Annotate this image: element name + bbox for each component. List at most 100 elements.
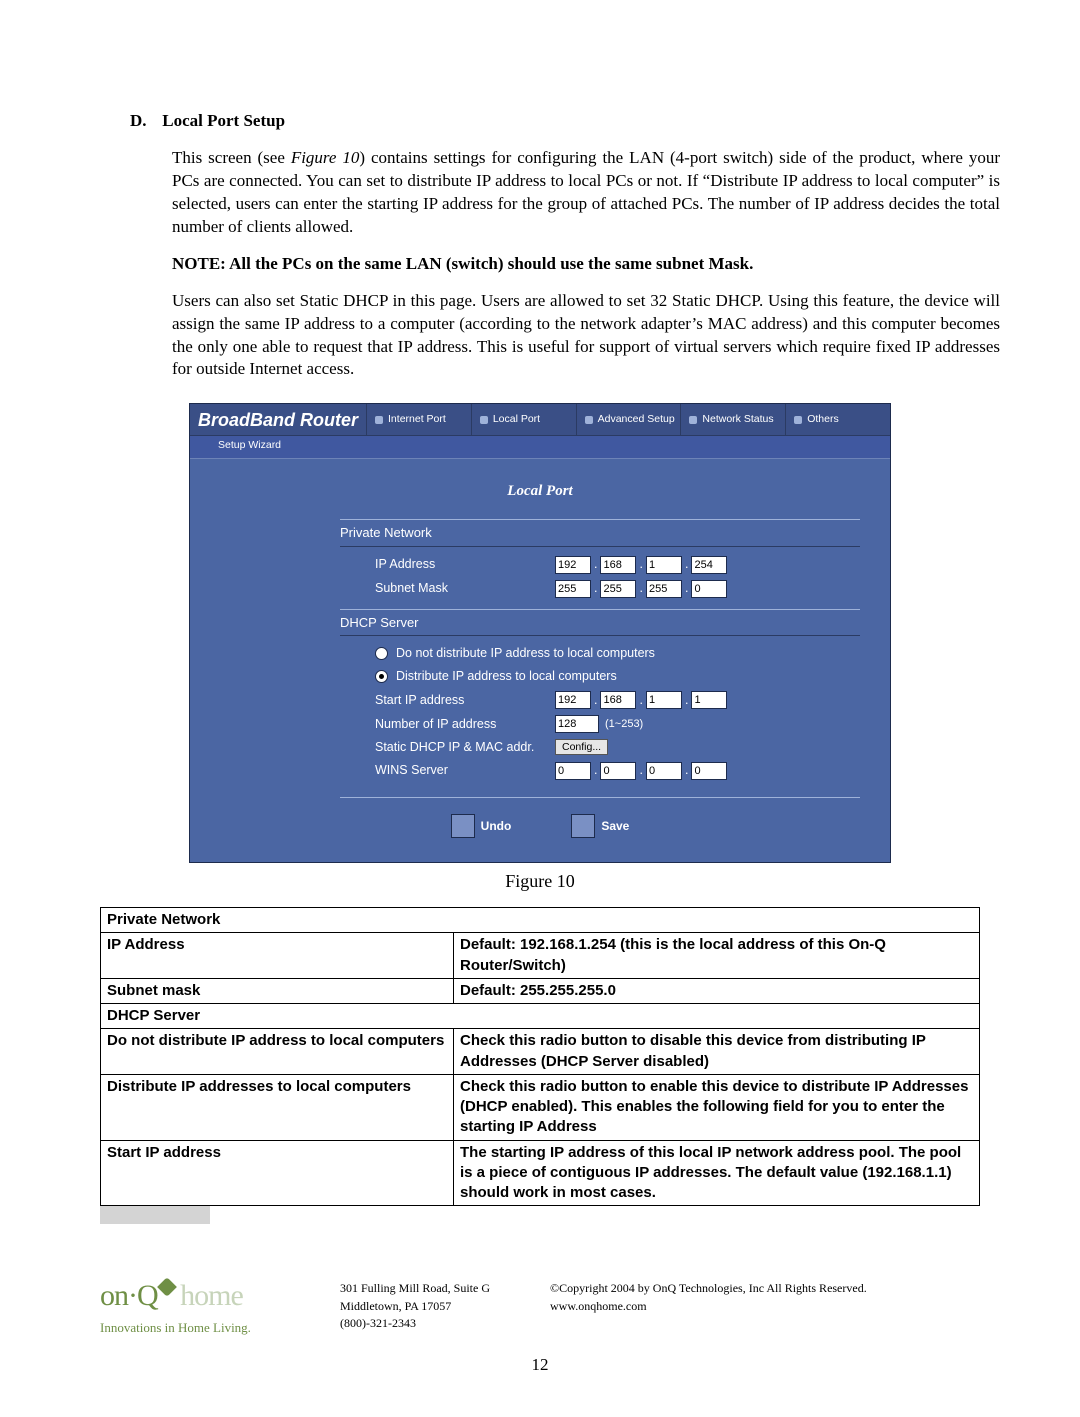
logo-block: on·Q home Innovations in Home Living. [100, 1276, 300, 1336]
start-ip-2[interactable] [600, 691, 636, 709]
group-private-network: Private Network [340, 519, 860, 547]
start-ip-field: . . . [555, 691, 727, 709]
separator [340, 797, 860, 798]
subnet-mask-field: . . . [555, 580, 727, 598]
ip-octet-1[interactable] [555, 556, 591, 574]
decorative-bar [100, 1206, 210, 1224]
table-cell-label: Start IP address [101, 1140, 454, 1206]
mask-octet-2[interactable] [600, 580, 636, 598]
mask-octet-3[interactable] [646, 580, 682, 598]
radio-dhcp-off-label: Do not distribute IP address to local co… [396, 645, 655, 662]
addr-line-2: Middletown, PA 17057 [340, 1298, 490, 1315]
start-ip-3[interactable] [646, 691, 682, 709]
start-ip-4[interactable] [691, 691, 727, 709]
table-header-cell: Private Network [101, 908, 980, 933]
addr-line-1: 301 Fulling Mill Road, Suite G [340, 1280, 490, 1297]
tab-network-status[interactable]: Network Status [680, 404, 785, 434]
text: This screen (see [172, 148, 291, 167]
table-header-cell: DHCP Server [101, 1004, 980, 1029]
table-cell-desc: Check this radio button to enable this d… [454, 1074, 980, 1140]
section-title: Local Port Setup [162, 111, 285, 130]
setup-wizard-link[interactable]: Setup Wizard [190, 436, 890, 459]
tagline: Innovations in Home Living. [100, 1319, 300, 1337]
table-row: DHCP Server [101, 1004, 980, 1029]
table-row: Private Network [101, 908, 980, 933]
tab-advanced-setup[interactable]: Advanced Setup [576, 404, 681, 434]
table-row: Start IP addressThe starting IP address … [101, 1140, 980, 1206]
num-ip-hint: (1~253) [605, 717, 643, 732]
table-cell-label: Subnet mask [101, 978, 454, 1003]
logo: on·Q home [100, 1276, 300, 1317]
wins-1[interactable] [555, 762, 591, 780]
radio-dhcp-on[interactable] [375, 670, 388, 683]
ip-octet-2[interactable] [600, 556, 636, 574]
save-label: Save [601, 818, 629, 834]
logo-text-a: on·Q [100, 1279, 158, 1312]
ip-address-label: IP Address [375, 556, 555, 573]
address-block: 301 Fulling Mill Road, Suite G Middletow… [340, 1280, 490, 1332]
save-icon [571, 814, 595, 838]
panel-title: Local Port [220, 469, 860, 511]
nav-tabs: Internet Port Local Port Advanced Setup … [366, 404, 890, 434]
figure-caption: Figure 10 [80, 869, 1000, 893]
start-ip-1[interactable] [555, 691, 591, 709]
tab-others[interactable]: Others [785, 404, 890, 434]
table-row: Do not distribute IP address to local co… [101, 1029, 980, 1075]
save-button[interactable]: Save [571, 814, 629, 838]
section-heading: D. Local Port Setup [130, 110, 1000, 133]
wins-2[interactable] [600, 762, 636, 780]
router-body: Local Port Private Network IP Address . … [190, 459, 890, 862]
table-cell-desc: The starting IP address of this local IP… [454, 1140, 980, 1206]
table-cell-desc: Check this radio button to disable this … [454, 1029, 980, 1075]
table-cell-label: IP Address [101, 933, 454, 979]
website-line: www.onqhome.com [550, 1298, 867, 1315]
ip-octet-3[interactable] [646, 556, 682, 574]
mask-octet-4[interactable] [691, 580, 727, 598]
tab-internet-port[interactable]: Internet Port [366, 404, 471, 434]
undo-icon [451, 814, 475, 838]
config-button[interactable]: Config... [555, 739, 608, 755]
undo-button[interactable]: Undo [451, 814, 512, 838]
table-row: IP AddressDefault: 192.168.1.254 (this i… [101, 933, 980, 979]
table-cell-label: Distribute IP addresses to local compute… [101, 1074, 454, 1140]
table-row: Subnet maskDefault: 255.255.255.0 [101, 978, 980, 1003]
table-row: Distribute IP addresses to local compute… [101, 1074, 980, 1140]
intro-paragraph: This screen (see Figure 10) contains set… [172, 147, 1000, 239]
wins-label: WINS Server [375, 762, 555, 779]
static-dhcp-label: Static DHCP IP & MAC addr. [375, 739, 555, 756]
undo-label: Undo [481, 818, 512, 834]
figure-ref: Figure 10 [291, 148, 360, 167]
page-number: 12 [80, 1354, 1000, 1377]
table-cell-label: Do not distribute IP address to local co… [101, 1029, 454, 1075]
table-cell-desc: Default: 255.255.255.0 [454, 978, 980, 1003]
note-line: NOTE: All the PCs on the same LAN (switc… [172, 253, 1000, 276]
num-ip-label: Number of IP address [375, 716, 555, 733]
brand-label: BroadBand Router [190, 404, 366, 434]
radio-dhcp-off[interactable] [375, 647, 388, 660]
wins-4[interactable] [691, 762, 727, 780]
ip-address-field: . . . [555, 556, 727, 574]
leaf-icon [157, 1277, 177, 1297]
group-dhcp-server: DHCP Server [340, 609, 860, 637]
table-cell-desc: Default: 192.168.1.254 (this is the loca… [454, 933, 980, 979]
copyright-block: ©Copyright 2004 by OnQ Technologies, Inc… [550, 1280, 867, 1332]
wins-field: . . . [555, 762, 727, 780]
start-ip-label: Start IP address [375, 692, 555, 709]
ip-octet-4[interactable] [691, 556, 727, 574]
mask-octet-1[interactable] [555, 580, 591, 598]
radio-dhcp-on-label: Distribute IP address to local computers [396, 668, 617, 685]
logo-text-b: home [180, 1279, 243, 1312]
addr-line-3: (800)-321-2343 [340, 1315, 490, 1332]
num-ip-input[interactable] [555, 715, 599, 733]
page: D. Local Port Setup This screen (see Fig… [0, 0, 1080, 1417]
footer: on·Q home Innovations in Home Living. 30… [80, 1276, 1000, 1336]
wins-3[interactable] [646, 762, 682, 780]
router-screenshot: BroadBand Router Internet Port Local Por… [189, 403, 891, 862]
section-letter: D. [130, 110, 158, 133]
description-table: Private NetworkIP AddressDefault: 192.16… [100, 907, 980, 1206]
subnet-mask-label: Subnet Mask [375, 580, 555, 597]
router-header: BroadBand Router Internet Port Local Por… [190, 404, 890, 435]
tab-local-port[interactable]: Local Port [471, 404, 576, 434]
static-dhcp-paragraph: Users can also set Static DHCP in this p… [172, 290, 1000, 382]
copyright-line: ©Copyright 2004 by OnQ Technologies, Inc… [550, 1280, 867, 1297]
